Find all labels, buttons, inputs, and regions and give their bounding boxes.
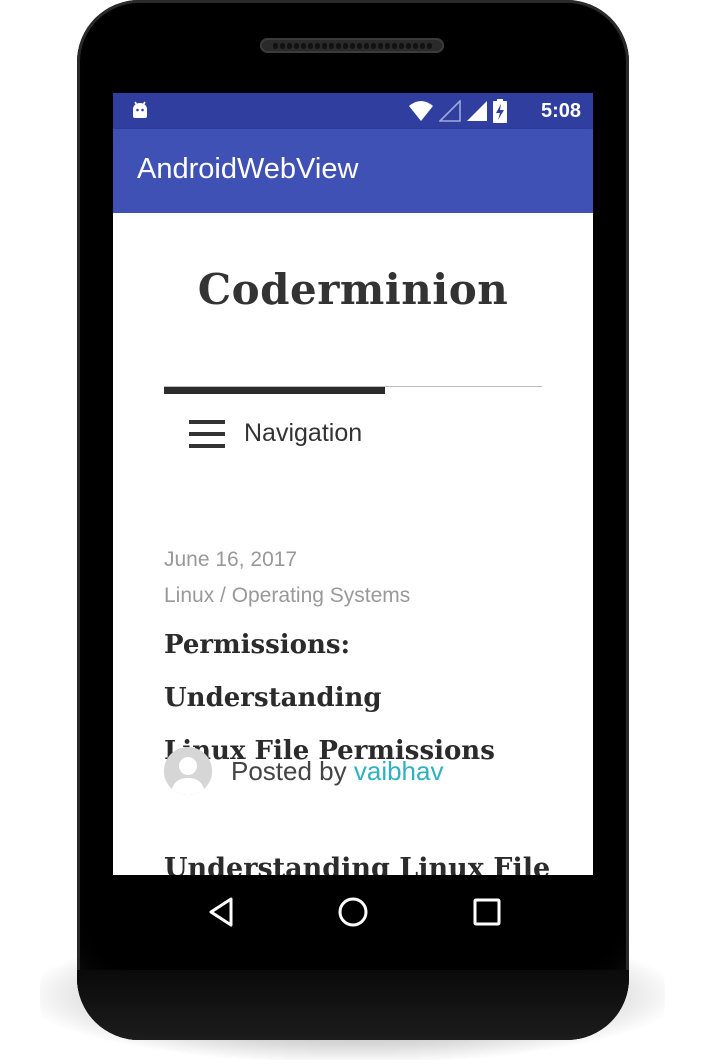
device-screen: 5:08 AndroidWebView Coderminion Navigati…: [113, 93, 593, 875]
status-bar: 5:08: [113, 93, 593, 129]
header-divider-accent: [164, 387, 385, 394]
system-nav-bar: [113, 875, 593, 947]
speaker-grille: [260, 38, 444, 53]
android-debug-icon: [131, 101, 149, 123]
signal-icon: [466, 100, 488, 126]
post-author: Posted by vaibhav: [164, 747, 443, 795]
status-time: 5:08: [540, 100, 581, 122]
app-title: AndroidWebView: [137, 153, 359, 185]
author-link[interactable]: vaibhav: [354, 756, 444, 786]
avatar: [164, 747, 212, 795]
recents-icon[interactable]: [470, 895, 504, 929]
post-title-line1: Permissions: Understanding: [164, 630, 382, 713]
app-bar: AndroidWebView: [113, 129, 593, 213]
site-title[interactable]: Coderminion: [113, 265, 593, 314]
posted-by-label: Posted by: [231, 755, 354, 786]
home-icon[interactable]: [336, 895, 370, 929]
phone-chin: [77, 970, 629, 1040]
wifi-icon: [408, 100, 434, 126]
post-date[interactable]: June 16, 2017: [164, 548, 297, 572]
signal-empty-icon: [438, 99, 461, 126]
webview-content[interactable]: Coderminion Navigation June 16, 2017 Lin…: [113, 213, 593, 875]
battery-charging-icon: [493, 99, 507, 127]
excerpt-heading: Understanding Linux File: [164, 853, 551, 875]
navigation-label: Navigation: [244, 419, 363, 447]
menu-icon[interactable]: [189, 419, 225, 448]
back-icon[interactable]: [205, 895, 239, 929]
post-categories[interactable]: Linux / Operating Systems: [164, 584, 410, 608]
navigation-toggle[interactable]: Navigation: [189, 419, 362, 448]
posted-by: Posted by vaibhav: [231, 756, 443, 787]
